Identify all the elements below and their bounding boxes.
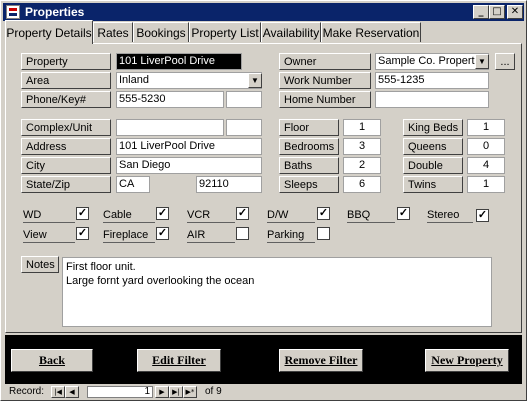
amenity-cable-checkbox[interactable]: ✓: [156, 207, 169, 220]
property-field[interactable]: 101 LiverPool Drive: [116, 53, 242, 70]
double-label: Double: [403, 157, 463, 174]
floor-label: Floor: [279, 119, 339, 136]
complex-unit-field[interactable]: [116, 119, 224, 136]
state-zip-label: State/Zip: [21, 176, 111, 193]
owner-label: Owner: [279, 53, 371, 70]
king-beds-label: King Beds: [403, 119, 463, 136]
area-select[interactable]: Inland: [116, 72, 262, 89]
amenity-air-label: AIR: [187, 228, 235, 243]
tab-rates[interactable]: Rates: [93, 22, 133, 42]
notes-line-1: First floor unit.: [66, 261, 136, 273]
sleeps-label: Sleeps: [279, 176, 339, 193]
new-property-button[interactable]: New Property: [425, 349, 509, 372]
city-label: City: [21, 157, 111, 174]
next-record-icon[interactable]: ▶: [155, 386, 169, 398]
king-beds-field[interactable]: 1: [467, 119, 505, 136]
double-field[interactable]: 4: [467, 157, 505, 174]
properties-window: Properties _ □ ✕ Property Details Rates …: [0, 0, 527, 401]
title-bar: Properties _ □ ✕: [3, 3, 524, 21]
tab-property-list[interactable]: Property List: [189, 22, 261, 42]
tab-bookings[interactable]: Bookings: [133, 22, 189, 42]
home-number-field[interactable]: [375, 91, 489, 108]
amenity-vcr-checkbox[interactable]: ✓: [236, 207, 249, 220]
amenity-dw-checkbox[interactable]: ✓: [317, 207, 330, 220]
owner-dropdown-arrow-icon[interactable]: ▼: [475, 54, 489, 69]
tab-property-details[interactable]: Property Details: [5, 20, 93, 44]
queens-field[interactable]: 0: [467, 138, 505, 155]
floor-field[interactable]: 1: [343, 119, 381, 136]
notes-line-2: Large fornt yard overlooking the ocean: [66, 275, 255, 287]
property-label: Property: [21, 53, 111, 70]
window-title: Properties: [25, 5, 85, 19]
owner-select[interactable]: Sample Co. Propertie: [375, 53, 489, 70]
record-navigator: Record: |◀ ◀ 1 ▶ ▶| ▶* of 9: [5, 385, 522, 399]
record-count: of 9: [205, 386, 222, 397]
area-label: Area: [21, 72, 111, 89]
amenity-vcr-label: VCR: [187, 208, 235, 223]
city-field[interactable]: San Diego: [116, 157, 262, 174]
minimize-button[interactable]: _: [473, 5, 489, 19]
phone-key-extra-field[interactable]: [226, 91, 262, 108]
amenity-wd-checkbox[interactable]: ✓: [76, 207, 89, 220]
twins-label: Twins: [403, 176, 463, 193]
amenity-stereo-checkbox[interactable]: ✓: [476, 209, 489, 222]
baths-label: Baths: [279, 157, 339, 174]
area-dropdown-arrow-icon[interactable]: ▼: [248, 73, 262, 88]
zip-field[interactable]: 92110: [196, 176, 262, 193]
twins-field[interactable]: 1: [467, 176, 505, 193]
sleeps-field[interactable]: 6: [343, 176, 381, 193]
amenity-fireplace-checkbox[interactable]: ✓: [156, 227, 169, 240]
first-record-icon[interactable]: |◀: [51, 386, 65, 398]
amenity-parking-checkbox[interactable]: [317, 227, 330, 240]
work-number-field[interactable]: 555-1235: [375, 72, 489, 89]
queens-label: Queens: [403, 138, 463, 155]
complex-unit-extra-field[interactable]: [226, 119, 262, 136]
amenity-cable-label: Cable: [103, 208, 155, 223]
work-number-label: Work Number: [279, 72, 371, 89]
maximize-button[interactable]: □: [489, 5, 505, 19]
amenity-bbq-checkbox[interactable]: ✓: [397, 207, 410, 220]
edit-filter-button[interactable]: Edit Filter: [137, 349, 221, 372]
record-label: Record:: [9, 386, 45, 397]
amenity-air-checkbox[interactable]: [236, 227, 249, 240]
new-record-icon[interactable]: ▶*: [183, 386, 197, 398]
amenity-view-label: View: [23, 228, 75, 243]
tab-make-reservation[interactable]: Make Reservation: [321, 22, 421, 42]
baths-field[interactable]: 2: [343, 157, 381, 174]
owner-more-button[interactable]: ...: [495, 53, 515, 70]
notes-textarea[interactable]: First floor unit. Large fornt yard overl…: [62, 257, 492, 327]
amenity-fireplace-label: Fireplace: [103, 228, 155, 243]
close-button[interactable]: ✕: [507, 5, 523, 19]
back-button[interactable]: Back: [11, 349, 93, 372]
phone-key-label: Phone/Key#: [21, 91, 111, 108]
form-icon: [6, 5, 20, 19]
notes-label: Notes: [21, 256, 59, 273]
last-record-icon[interactable]: ▶|: [169, 386, 183, 398]
amenity-parking-label: Parking: [267, 228, 315, 243]
complex-unit-label: Complex/Unit: [21, 119, 111, 136]
current-record-field[interactable]: 1: [87, 386, 153, 398]
phone-key-field[interactable]: 555-5230: [116, 91, 224, 108]
previous-record-icon[interactable]: ◀: [65, 386, 79, 398]
address-field[interactable]: 101 LiverPool Drive: [116, 138, 262, 155]
bedrooms-field[interactable]: 3: [343, 138, 381, 155]
home-number-label: Home Number: [279, 91, 371, 108]
address-label: Address: [21, 138, 111, 155]
remove-filter-button[interactable]: Remove Filter: [279, 349, 363, 372]
tab-availability[interactable]: Availability: [261, 22, 321, 42]
bedrooms-label: Bedrooms: [279, 138, 339, 155]
amenity-bbq-label: BBQ: [347, 208, 395, 223]
amenity-dw-label: D/W: [267, 208, 315, 223]
amenity-stereo-label: Stereo: [427, 208, 473, 223]
amenity-wd-label: WD: [23, 208, 75, 223]
amenity-view-checkbox[interactable]: ✓: [76, 227, 89, 240]
state-field[interactable]: CA: [116, 176, 150, 193]
